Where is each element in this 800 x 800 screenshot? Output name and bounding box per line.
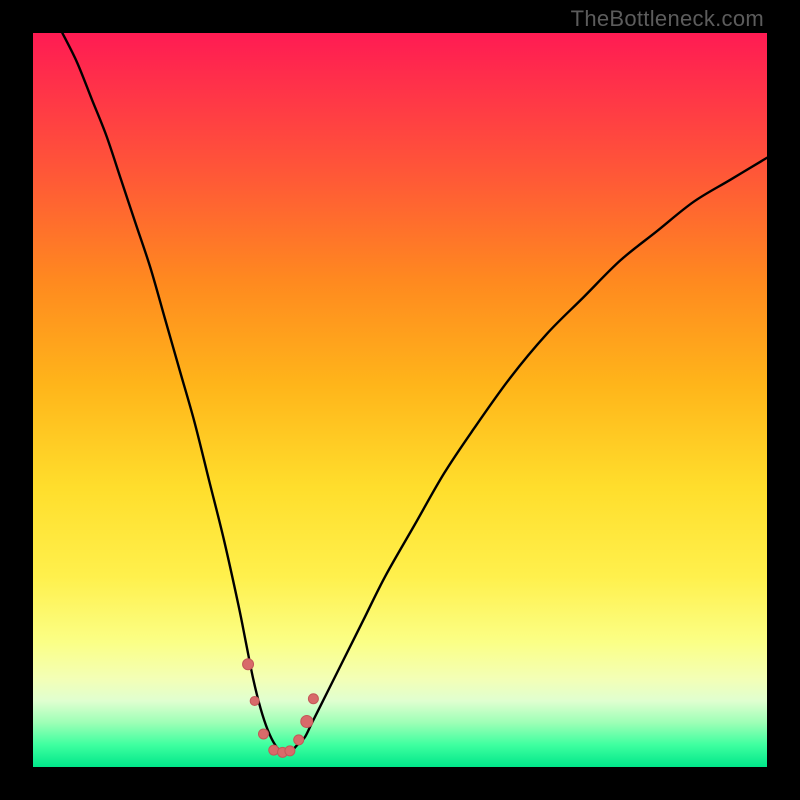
plot-area xyxy=(33,33,767,767)
watermark-text: TheBottleneck.com xyxy=(571,6,764,32)
bottleneck-curve-svg xyxy=(33,33,767,767)
curve-marker xyxy=(258,729,268,739)
curve-marker xyxy=(243,659,254,670)
curve-marker xyxy=(250,696,259,705)
curve-marker xyxy=(308,694,318,704)
chart-frame: TheBottleneck.com xyxy=(0,0,800,800)
curve-marker xyxy=(285,746,295,756)
curve-marker xyxy=(301,715,313,727)
bottleneck-curve xyxy=(62,33,767,753)
marker-group xyxy=(243,659,319,758)
curve-marker xyxy=(294,735,304,745)
